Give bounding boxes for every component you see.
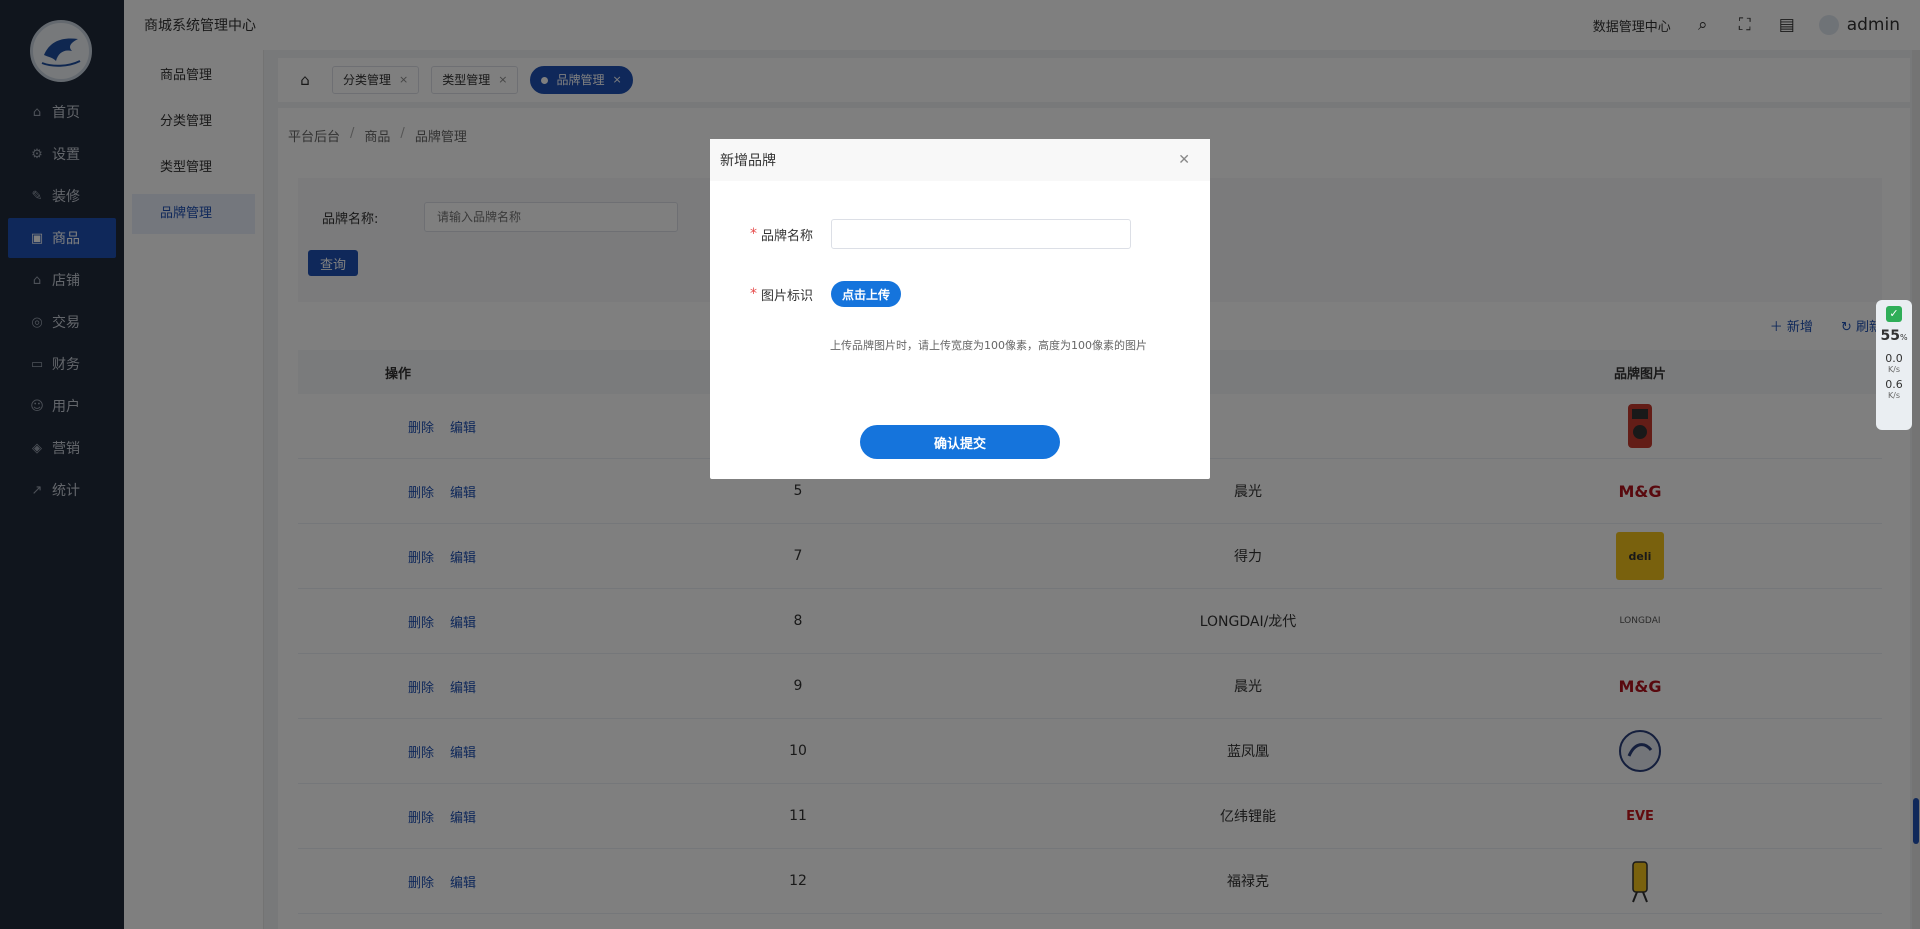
dialog-header: 新增品牌 ✕: [710, 139, 1210, 181]
dialog-title: 新增品牌: [720, 153, 776, 169]
upload-hint: 上传品牌图片时，请上传宽度为100像素，高度为100像素的图片: [830, 339, 1147, 352]
download-speed: 0.6: [1885, 378, 1903, 391]
upload-button[interactable]: 点击上传: [831, 281, 902, 307]
close-icon[interactable]: ✕: [1178, 152, 1190, 168]
upload-speed: 0.0: [1885, 352, 1903, 365]
cpu-percent-value: 55: [1880, 328, 1900, 344]
submit-button[interactable]: 确认提交: [860, 425, 1060, 459]
required-mark: *: [750, 226, 757, 242]
download-speed-unit: K/s: [1887, 391, 1901, 400]
shield-check-icon: ✓: [1886, 306, 1902, 322]
required-mark: *: [750, 286, 757, 302]
brand-name-row: * 品牌名称: [750, 219, 1131, 249]
brand-name-field[interactable]: [831, 219, 1131, 249]
upload-speed-unit: K/s: [1887, 365, 1901, 374]
add-brand-dialog: 新增品牌 ✕ * 品牌名称 * 图片标识 点击上传 上传品牌图片时，请上传宽度为…: [710, 139, 1210, 479]
network-monitor-widget[interactable]: ✓ 55% 0.0 K/s 0.6 K/s: [1876, 300, 1912, 430]
cpu-percent-unit: %: [1899, 333, 1908, 342]
brand-name-label: 品牌名称: [761, 228, 814, 244]
brand-image-row: * 图片标识 点击上传: [750, 281, 902, 307]
image-label: 图片标识: [761, 288, 814, 304]
cpu-percent: 55%: [1876, 328, 1912, 344]
